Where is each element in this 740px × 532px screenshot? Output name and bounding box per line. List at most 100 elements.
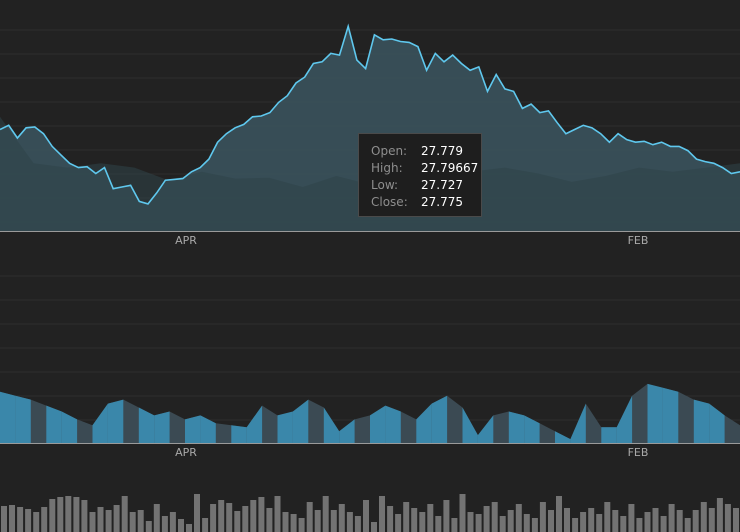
volume-bar	[539, 502, 546, 532]
volume-bar	[57, 497, 64, 532]
tooltip-low-value: 27.727	[421, 178, 463, 192]
indicator-band	[601, 427, 617, 443]
indicator-band	[647, 383, 663, 443]
volume-bar	[515, 504, 522, 532]
volume-bar	[491, 502, 498, 532]
volume-bar	[129, 512, 136, 532]
indicator-band	[138, 407, 155, 443]
indicator-band	[277, 411, 293, 443]
volume-bar	[507, 510, 514, 532]
volume-bar	[379, 496, 385, 532]
volume-bar	[475, 514, 482, 532]
indicator-band	[46, 405, 62, 443]
volume-bar	[330, 510, 337, 532]
volume-bar	[145, 521, 152, 532]
tooltip-open-value: 27.779	[421, 144, 463, 158]
volume-bar	[186, 524, 192, 532]
volume-bar	[194, 494, 200, 532]
tooltip-high-row: High: 27.79667	[371, 160, 481, 177]
volume-bar	[588, 508, 595, 532]
volume-bar	[178, 519, 184, 532]
volume-bar	[41, 507, 48, 532]
indicator-band	[416, 403, 432, 443]
volume-bar	[258, 497, 265, 532]
volume-bar	[499, 516, 506, 532]
indicator-band	[292, 399, 309, 443]
volume-bar	[459, 494, 466, 532]
volume-bar	[89, 512, 96, 532]
volume-bar	[363, 500, 369, 532]
volume-bar	[153, 504, 160, 532]
stock-chart[interactable]: APR FEB APR FEB	[0, 0, 740, 532]
volume-bar	[371, 522, 377, 532]
indicator-band	[246, 405, 263, 443]
tooltip-high-label: High:	[371, 161, 403, 175]
volume-bar	[620, 516, 627, 532]
volume-bar	[387, 506, 394, 532]
volume-bar	[652, 508, 659, 532]
indicator-band	[154, 411, 170, 443]
volume-bar	[338, 504, 345, 532]
volume-bar	[636, 518, 643, 532]
volume-bar	[716, 498, 723, 532]
volume-bar	[580, 512, 587, 532]
volume-bar	[403, 502, 410, 532]
volume-bar	[121, 496, 128, 532]
volume-bar	[572, 518, 579, 532]
indicator-x-tick-label: FEB	[628, 446, 649, 459]
volume-bar	[411, 508, 418, 532]
volume-bar	[33, 512, 40, 532]
indicator-band	[185, 415, 201, 443]
volume-bar	[523, 514, 530, 532]
volume-bar	[1, 506, 7, 532]
volume-bar	[202, 518, 209, 532]
volume-bar	[564, 508, 570, 532]
volume-bar	[556, 496, 562, 532]
volume-bar	[708, 508, 715, 532]
tooltip-low-row: Low: 27.727	[371, 177, 481, 194]
volume-bar	[9, 505, 15, 532]
volume-bar	[65, 496, 72, 532]
indicator-x-tick-label: APR	[175, 446, 197, 459]
volume-bar	[226, 503, 233, 532]
volume-bar	[314, 510, 321, 532]
tooltip-close-row: Close: 27.775	[371, 194, 481, 211]
volume-bar	[483, 506, 490, 532]
volume-bar	[451, 518, 458, 532]
volume-bar	[354, 516, 361, 532]
volume-bar	[435, 516, 442, 532]
indicator-band	[15, 395, 31, 443]
volume-bar	[234, 511, 241, 532]
tooltip-low-label: Low:	[371, 178, 399, 192]
volume-bar	[49, 499, 56, 532]
volume-bar	[81, 500, 88, 532]
price-x-tick-label: APR	[175, 234, 197, 247]
volume-bar	[548, 510, 554, 532]
volume-bar	[250, 500, 257, 532]
volume-bar	[266, 508, 273, 532]
indicator-band	[370, 405, 386, 443]
tooltip-close-label: Close:	[371, 195, 408, 209]
volume-bar	[274, 496, 281, 532]
indicator-band	[662, 387, 679, 443]
tooltip-open-row: Open: 27.779	[371, 143, 481, 160]
indicator-band	[616, 395, 633, 443]
volume-bar	[161, 516, 168, 532]
indicator-band	[107, 399, 124, 443]
volume-bar	[290, 514, 297, 532]
tooltip-open-label: Open:	[371, 144, 408, 158]
volume-bar	[322, 496, 329, 532]
volume-bar	[242, 506, 249, 532]
tooltip-high-value: 27.79667	[421, 161, 479, 175]
volume-bar	[346, 512, 353, 532]
indicator-band	[231, 425, 247, 443]
volume-bar	[169, 512, 176, 532]
volume-bar	[210, 504, 217, 532]
indicator-band	[555, 431, 571, 443]
indicator-band	[462, 407, 478, 443]
indicator-band	[0, 391, 16, 443]
volume-bar	[113, 505, 120, 532]
volume-bar	[419, 512, 426, 532]
volume-bar	[17, 507, 24, 532]
indicator-band	[709, 403, 725, 443]
